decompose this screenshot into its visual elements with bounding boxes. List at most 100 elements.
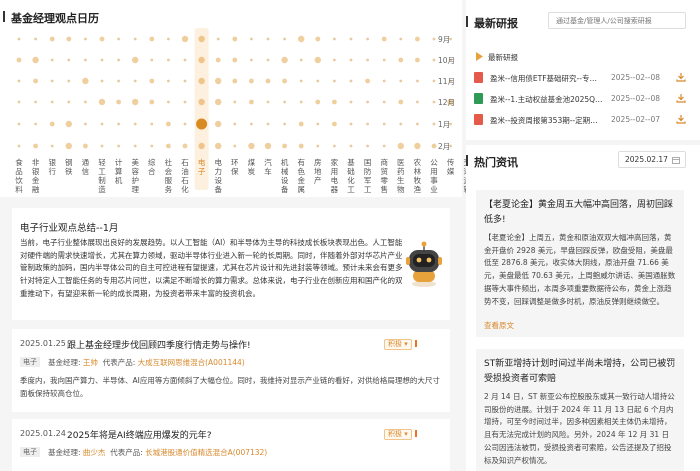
sentiment-dot [133,144,137,148]
industry-label[interactable]: 有色金属 [296,158,306,194]
industry-label[interactable]: 国防军工 [363,158,373,194]
sentiment-dot [416,122,419,126]
summary-body: 当前，电子行业整体展现出良好的发展趋势。以人工智能（AI）和半导体为主导的科技成… [20,238,403,298]
robot-assistant-icon[interactable] [405,240,443,288]
research-item[interactable]: 盈米--1.主动权益基金池2025Q… 2025--02--08 [474,93,688,106]
industry-label[interactable]: 食品饮料 [14,158,24,194]
sentiment-dot [232,78,238,84]
sentiment-dot [283,100,286,104]
research-item-name[interactable]: 盈米--信用债ETF基础研究--专… [490,73,608,84]
hot-news-title: 热门资讯 [466,154,518,170]
news-title[interactable]: ST新亚增持计划时间过半尚未增持，公司已被罚受损投资者可索赔 [484,357,676,387]
news-item[interactable]: ST新亚增持计划时间过半尚未增持，公司已被罚受损投资者可索赔 2 月 14 日，… [476,349,684,471]
news-title[interactable]: 【老夏论金】黄金周五大幅冲高回落，周初回踩低多! [484,198,676,228]
sentiment-dot [349,100,353,104]
sentiment-dot [432,122,436,126]
manager-link[interactable]: 王帅 [83,358,98,367]
sentiment-dot [299,79,303,83]
view-original-link[interactable]: 查看原文 [484,320,514,331]
article-body: 季度内，我向国产算力、半导体、AI应用等方面倾斜了大幅仓位。同时，我维持对显示产… [20,376,440,398]
research-item[interactable]: 盈米--信用债ETF基础研究--专… 2025--02--08 [474,72,688,85]
industry-label[interactable]: 非银金融 [31,158,41,194]
sentiment-dot [84,58,87,62]
article-title[interactable]: 2025年将是AI终端应用爆发的元年? [67,428,212,441]
sentiment-dot [183,122,187,126]
industry-label[interactable]: 社会服务 [163,158,173,194]
product-link[interactable]: 长城港股通价值精选混合A(007132) [145,448,267,457]
sentiment-dot [198,98,205,106]
sentiment-dot [382,79,386,83]
manager-link[interactable]: 曲少杰 [83,448,106,457]
sentiment-dot [132,56,139,64]
news-item[interactable]: 【老夏论金】黄金周五大幅冲高回落，周初回踩低多! 【老夏论金】上周五，黄金和原油… [476,190,684,337]
industry-label[interactable]: 石油石化 [180,158,190,194]
sentiment-dot [100,79,104,83]
sentiment-dot [133,122,137,126]
industry-label[interactable]: 银行 [47,158,57,176]
industry-label[interactable]: 通信 [80,158,90,176]
industry-label[interactable]: 计算机 [114,158,124,185]
industry-label[interactable]: 医药生物 [396,158,406,194]
news-body: 【老夏论金】上周五，黄金和原油双双大幅冲高回落，黄金开盘价 2928 美元，早盘… [484,233,676,306]
industry-label[interactable]: 综合 [147,158,157,176]
industry-label[interactable]: 机械设备 [280,158,290,194]
industry-label[interactable]: 煤炭 [246,158,256,176]
industry-label[interactable]: 传媒 [446,158,456,176]
sentiment-dot [83,143,88,149]
research-title: 最新研报 [466,15,518,31]
download-icon[interactable] [676,114,686,124]
industry-label[interactable]: 美容护理 [130,158,140,194]
sentiment-dot [166,121,171,127]
article-card[interactable]: 2025.01.24 2025年将是AI终端应用爆发的元年? 积极 ▾ 电子 基… [12,419,450,471]
sentiment-dot [349,144,353,148]
article-date: 2025.01.24 [20,429,66,438]
sentiment-dot [33,78,38,84]
article-title[interactable]: 跟上基金经理步伐回顾四季度行情走势与操作! [67,338,251,351]
industry-label[interactable]: 钢铁 [64,158,74,176]
sentiment-dot [298,35,305,43]
sentiment-dot [132,98,139,106]
sentiment-dot [117,122,120,126]
download-icon[interactable] [676,72,686,82]
sentiment-dot [167,79,170,83]
product-link[interactable]: 大成互联网思维混合(A001144) [138,358,245,367]
sentiment-dot [432,58,436,62]
sentiment-dot [333,144,336,148]
sentiment-dot [84,100,87,104]
date-picker[interactable]: 2025.02.17 [618,151,686,168]
sentiment-dot [133,37,137,41]
industry-label[interactable]: 基础化工 [346,158,356,194]
sentiment-dot [98,98,106,106]
industry-label[interactable]: 轻工制造 [97,158,107,194]
research-item-name[interactable]: 盈米--1.主动权益基金池2025Q… [490,94,608,105]
industry-label[interactable]: 电力设备 [213,158,223,194]
industry-label[interactable]: 公用事业 [429,158,439,194]
sentiment-dot [34,37,37,41]
pdf-file-icon [474,72,483,83]
sentiment-dot [266,122,270,126]
sentiment-dot [316,144,320,148]
industry-label[interactable]: 农林牧渔 [412,158,422,194]
sentiment-dot [432,37,436,41]
sentiment-dot [67,100,71,104]
article-card[interactable]: 2025.01.25 跟上基金经理步伐回顾四季度行情走势与操作! 积极 ▾ 电子… [12,329,450,412]
sentiment-dot [366,122,369,126]
industry-label[interactable]: 电子 [197,158,207,176]
research-item[interactable]: 盈米--投资周报第353期--定期… 2025--02--07 [474,114,688,127]
sentiment-dot [349,122,353,126]
research-search-input[interactable] [548,12,686,29]
sentiment-dot [50,100,54,104]
sentiment-dot [416,79,419,83]
sentiment-dot [265,78,271,84]
industry-label[interactable]: 房地产 [313,158,323,185]
research-item-name[interactable]: 盈米--投资周报第353期--定期… [490,115,608,126]
research-list-header: 最新研报 [488,53,518,62]
download-icon[interactable] [676,93,686,103]
sentiment-dot [315,99,321,105]
industry-label[interactable]: 环保 [230,158,240,176]
industry-label[interactable]: 汽车 [263,158,273,176]
industry-label[interactable]: 商贸零售 [379,158,389,194]
sentiment-dot [100,122,104,126]
industry-label[interactable]: 家用电器 [329,158,339,194]
sentiment-dot [233,122,237,126]
